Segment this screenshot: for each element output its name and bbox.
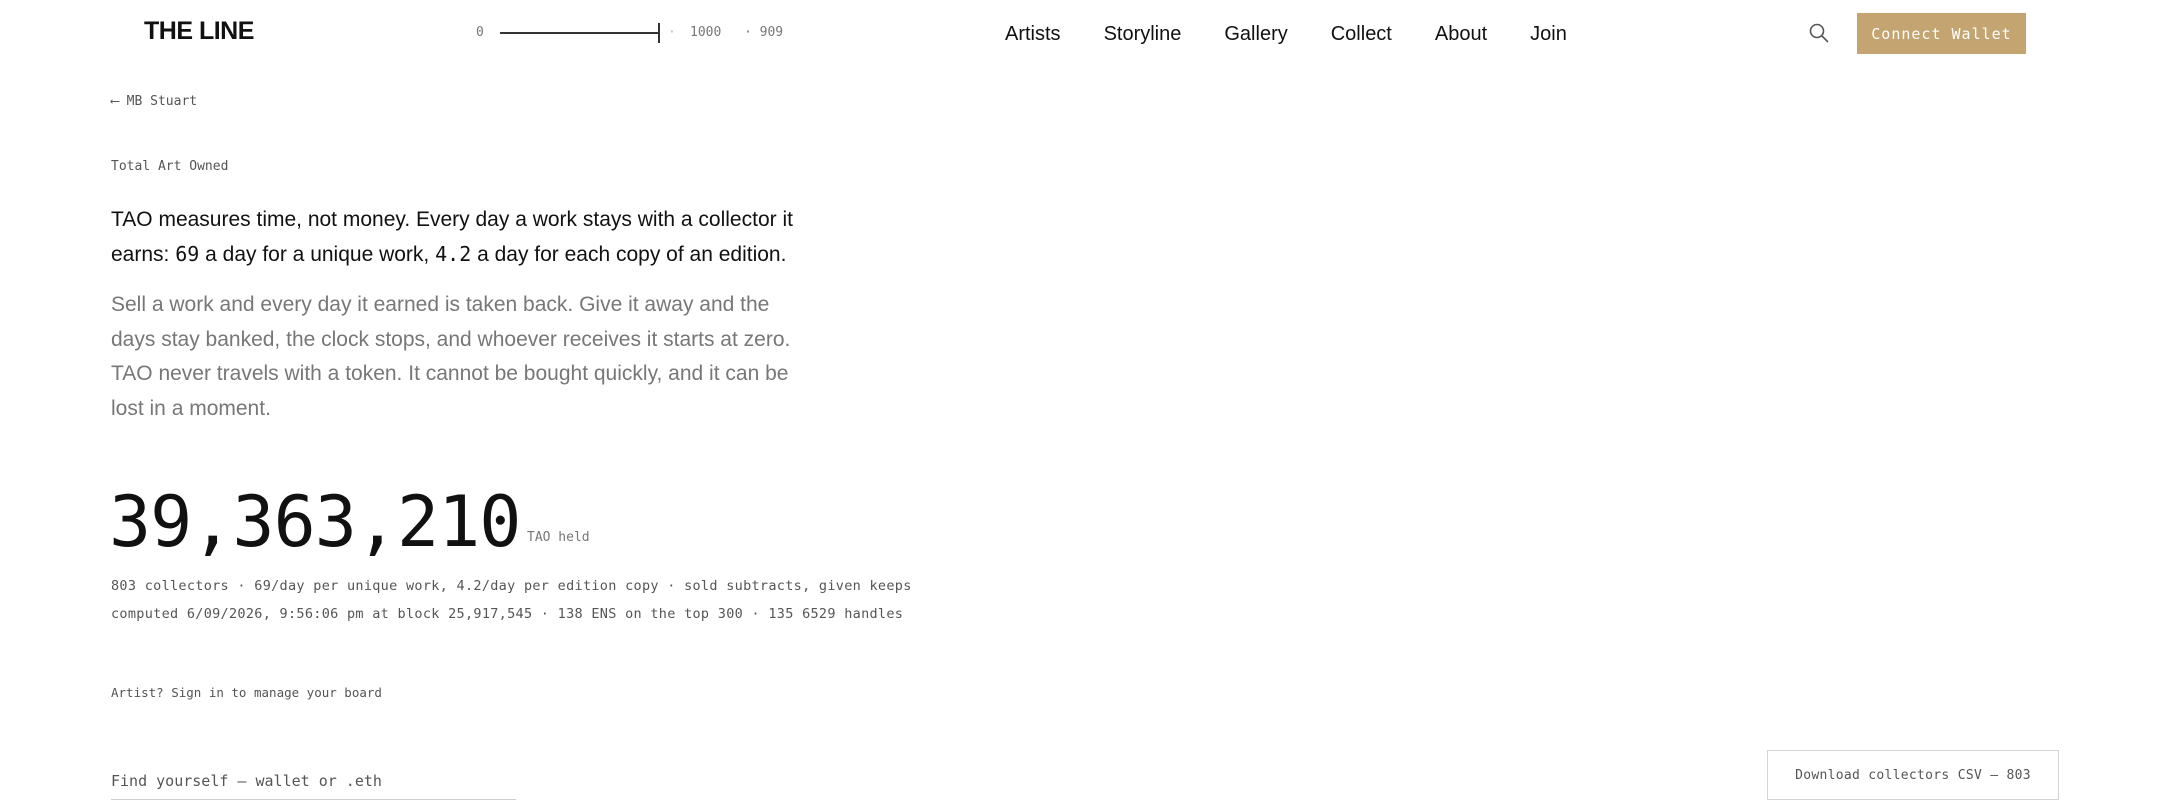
- slider-separator: ·: [668, 25, 676, 40]
- slider-track[interactable]: [500, 32, 660, 34]
- top-header: THE LINE 0 · 1000 · 909 Artists Storylin…: [0, 0, 2182, 70]
- search-icon[interactable]: [1808, 22, 1830, 44]
- total-tao-unit: TAO held: [527, 530, 590, 545]
- nav-artists[interactable]: Artists: [1005, 20, 1061, 48]
- search-icon-graphic: [1809, 23, 1829, 43]
- nav-storyline[interactable]: Storyline: [1104, 20, 1182, 48]
- slider-count-label: · 909: [744, 25, 784, 40]
- section-label: Total Art Owned: [111, 159, 229, 174]
- nav-gallery[interactable]: Gallery: [1224, 20, 1287, 48]
- connect-wallet-button[interactable]: Connect Wallet: [1857, 13, 2026, 54]
- site-logo[interactable]: THE LINE: [144, 17, 254, 46]
- artist-signin-link[interactable]: Artist? Sign in to manage your board: [111, 685, 382, 700]
- lead-text-3: a day for each copy of an edition.: [471, 243, 787, 266]
- download-csv-button[interactable]: Download collectors CSV — 803: [1767, 750, 2059, 800]
- slider-handle[interactable]: [658, 23, 660, 43]
- stats-summary: 803 collectors · 69/day per unique work,…: [111, 578, 912, 594]
- collector-search-input[interactable]: [111, 762, 516, 800]
- stats-computed: computed 6/09/2026, 9:56:06 pm at block …: [111, 606, 904, 622]
- slider-max-label: 1000: [690, 25, 722, 40]
- range-slider[interactable]: 0 · 1000 · 909: [476, 21, 796, 45]
- main-nav: Artists Storyline Gallery Collect About …: [1005, 20, 1610, 48]
- nav-collect[interactable]: Collect: [1331, 20, 1392, 48]
- back-link[interactable]: ⟵ MB Stuart: [111, 94, 197, 109]
- lead-text-2: a day for a unique work,: [199, 243, 436, 266]
- total-tao-value: 39,363,210: [109, 481, 521, 563]
- rate-unique: 69: [175, 242, 200, 266]
- body-paragraph: Sell a work and every day it earned is t…: [111, 293, 791, 420]
- nav-about[interactable]: About: [1435, 20, 1487, 48]
- slider-min-label: 0: [476, 25, 484, 40]
- rate-edition: 4.2: [435, 242, 472, 266]
- lead-paragraph: TAO measures time, not money. Every day …: [111, 202, 811, 272]
- nav-join[interactable]: Join: [1530, 20, 1567, 48]
